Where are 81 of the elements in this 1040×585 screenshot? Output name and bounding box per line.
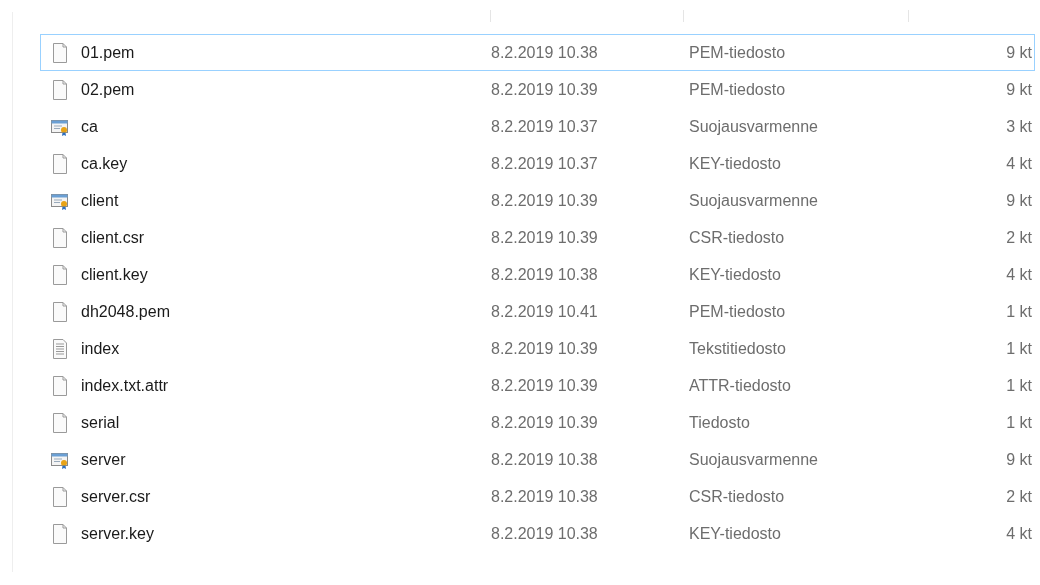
file-size: 9 kt — [1005, 190, 1033, 211]
file-size: 2 kt — [1005, 227, 1033, 248]
file-row[interactable]: ca.key 8.2.2019 10.37 KEY-tiedosto 4 kt — [40, 145, 1035, 182]
file-row[interactable]: index 8.2.2019 10.39 Tekstitiedosto 1 kt — [40, 330, 1035, 367]
file-row[interactable]: server.key 8.2.2019 10.38 KEY-tiedosto 4 kt — [40, 515, 1035, 552]
modified-date: 8.2.2019 10.38 — [491, 486, 599, 507]
file-name: 01.pem — [81, 42, 135, 63]
file-name: serial — [81, 412, 120, 433]
file-name: server — [81, 449, 126, 470]
modified-date: 8.2.2019 10.37 — [491, 153, 599, 174]
file-type: KEY-tiedosto — [689, 264, 782, 285]
file-size: 2 kt — [1005, 486, 1033, 507]
file-row[interactable]: client.csr 8.2.2019 10.39 CSR-tiedosto 2 kt — [40, 219, 1035, 256]
modified-date: 8.2.2019 10.37 — [491, 116, 599, 137]
file-name: 02.pem — [81, 79, 135, 100]
file-name: dh2048.pem — [81, 301, 170, 322]
modified-date: 8.2.2019 10.39 — [491, 79, 599, 100]
file-type: CSR-tiedosto — [689, 486, 786, 507]
blank-file-icon — [50, 263, 70, 286]
file-size: 1 kt — [1005, 412, 1033, 433]
file-row[interactable]: serial 8.2.2019 10.39 Tiedosto 1 kt — [40, 404, 1035, 441]
blank-file-icon — [50, 226, 70, 249]
blank-file-icon — [50, 522, 70, 545]
file-row[interactable]: server.csr 8.2.2019 10.38 CSR-tiedosto 2 kt — [40, 478, 1035, 515]
text-file-icon — [50, 337, 70, 360]
file-row[interactable]: server 8.2.2019 10.38 Suojausvarmenne 9 kt — [40, 441, 1035, 478]
file-type: Tiedosto — [689, 412, 751, 433]
modified-date: 8.2.2019 10.39 — [491, 375, 599, 396]
file-type: PEM-tiedosto — [689, 79, 787, 100]
file-name: client.csr — [81, 227, 145, 248]
file-type: KEY-tiedosto — [689, 523, 782, 544]
file-type: Suojausvarmenne — [689, 449, 819, 470]
file-name: ca — [81, 116, 98, 137]
file-size: 1 kt — [1005, 301, 1033, 322]
file-row[interactable]: client 8.2.2019 10.39 Suojausvarmenne 9 kt — [40, 182, 1035, 219]
file-size: 9 kt — [1005, 449, 1033, 470]
file-row[interactable]: 02.pem 8.2.2019 10.39 PEM-tiedosto 9 kt — [40, 71, 1035, 108]
modified-date: 8.2.2019 10.38 — [491, 42, 599, 63]
file-row[interactable]: 01.pem 8.2.2019 10.38 PEM-tiedosto 9 kt — [40, 34, 1035, 71]
blank-file-icon — [50, 152, 70, 175]
file-size: 9 kt — [1005, 42, 1033, 63]
modified-date: 8.2.2019 10.39 — [491, 338, 599, 359]
blank-file-icon — [50, 485, 70, 508]
modified-date: 8.2.2019 10.38 — [491, 449, 599, 470]
file-name: client — [81, 190, 119, 211]
file-size: 4 kt — [1005, 523, 1033, 544]
file-type: Suojausvarmenne — [689, 190, 819, 211]
modified-date: 8.2.2019 10.38 — [491, 523, 599, 544]
file-name: server.csr — [81, 486, 151, 507]
file-row[interactable]: client.key 8.2.2019 10.38 KEY-tiedosto 4 kt — [40, 256, 1035, 293]
file-type: PEM-tiedosto — [689, 301, 787, 322]
file-size: 4 kt — [1005, 153, 1033, 174]
file-type: KEY-tiedosto — [689, 153, 782, 174]
blank-file-icon — [50, 300, 70, 323]
file-size: 9 kt — [1005, 79, 1033, 100]
file-type: CSR-tiedosto — [689, 227, 786, 248]
modified-date: 8.2.2019 10.39 — [491, 190, 599, 211]
file-row[interactable]: dh2048.pem 8.2.2019 10.41 PEM-tiedosto 1 kt — [40, 293, 1035, 330]
modified-date: 8.2.2019 10.39 — [491, 227, 599, 248]
file-type: ATTR-tiedosto — [689, 375, 792, 396]
file-size: 3 kt — [1005, 116, 1033, 137]
file-name: index — [81, 338, 120, 359]
file-row[interactable]: index.txt.attr 8.2.2019 10.39 ATTR-tiedosto 1 kt — [40, 367, 1035, 404]
file-type: Suojausvarmenne — [689, 116, 819, 137]
file-name: ca.key — [81, 153, 128, 174]
file-size: 4 kt — [1005, 264, 1033, 285]
file-type: Tekstitiedosto — [689, 338, 787, 359]
file-name: index.txt.attr — [81, 375, 169, 396]
blank-file-icon — [50, 41, 70, 64]
file-name: client.key — [81, 264, 148, 285]
modified-date: 8.2.2019 10.41 — [491, 301, 599, 322]
file-size: 1 kt — [1005, 338, 1033, 359]
file-type: PEM-tiedosto — [689, 42, 787, 63]
blank-file-icon — [50, 374, 70, 397]
file-row[interactable]: ca 8.2.2019 10.37 Suojausvarmenne 3 kt — [40, 108, 1035, 145]
blank-file-icon — [50, 78, 70, 101]
modified-date: 8.2.2019 10.39 — [491, 412, 599, 433]
modified-date: 8.2.2019 10.38 — [491, 264, 599, 285]
blank-file-icon — [50, 411, 70, 434]
file-name: server.key — [81, 523, 154, 544]
file-size: 1 kt — [1005, 375, 1033, 396]
